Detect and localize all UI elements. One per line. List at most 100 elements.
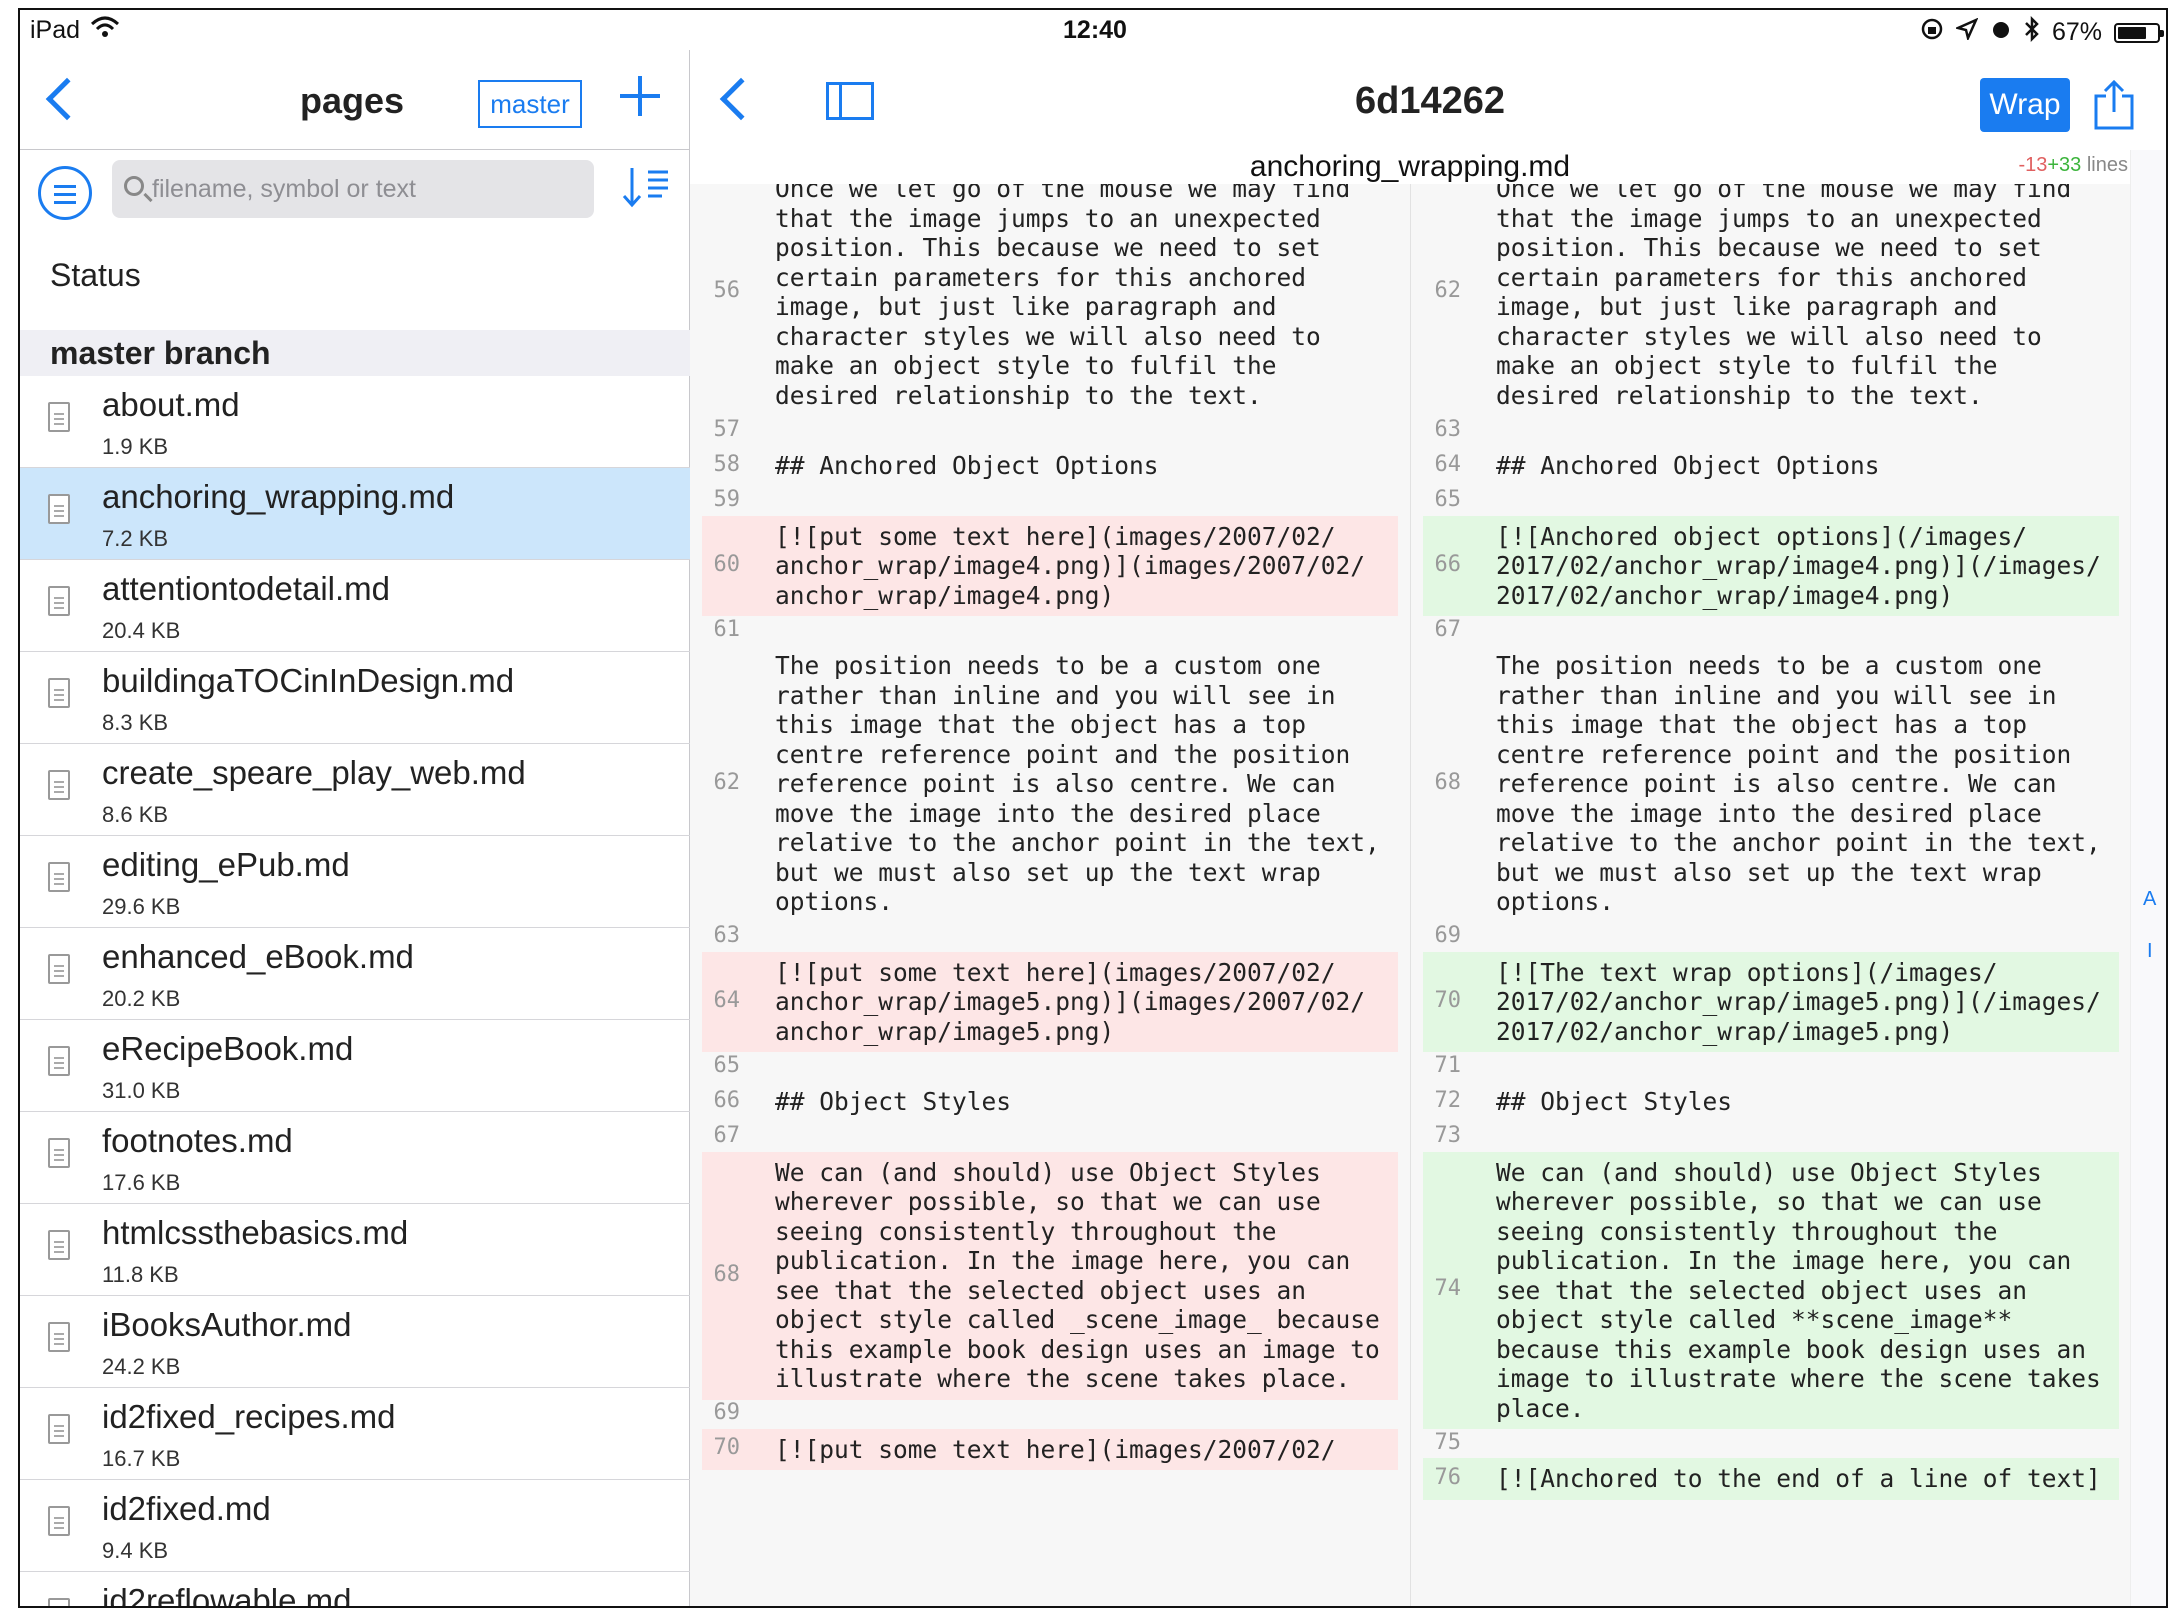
diff-line-text: [![Anchored object options](/images/ (1496, 521, 2028, 551)
file-name: create_speare_play_web.md (102, 754, 526, 791)
sidebar-nav-bar: pages master (20, 50, 690, 150)
file-size: 17.6 KB (102, 1170, 181, 1195)
line-number: 58 (713, 451, 741, 477)
file-size: 1.9 KB (102, 434, 169, 459)
file-item[interactable]: create_speare_play_web.md 8.6 KB (20, 744, 690, 836)
side-by-side-diff[interactable]: 56 Once we let go of the mouse we may fin… (690, 184, 2130, 1606)
line-number: 73 (1434, 1123, 1462, 1148)
diff-removed-block: 70 [![put some text here](images/2007/02/ (690, 1428, 1410, 1470)
document-icon (48, 1046, 70, 1076)
sort-icon[interactable] (620, 164, 672, 212)
ipad-screen: iPad 12:40 67% pages master filename, sy… (18, 8, 2168, 1608)
bluetooth-icon (2024, 15, 2040, 49)
diff-line-text: see that the selected object uses an (1496, 1275, 2028, 1305)
file-item[interactable]: htmlcssthebasics.md 11.8 KB (20, 1204, 690, 1296)
share-icon[interactable] (2092, 79, 2136, 130)
diff-block-background (702, 616, 1398, 645)
line-number: 62 (713, 769, 741, 795)
diff-line-text: rather than inline and you will see in (1496, 680, 2057, 710)
diff-context-block: 69 (690, 1400, 1410, 1429)
diff-line-text: make an object style to fulfil the (775, 351, 1277, 380)
file-sidebar: pages master Status master branch ab (20, 50, 690, 1606)
branch-button[interactable]: master (478, 80, 582, 128)
file-list: about.md 1.9 KB anchoring_wrapping.md 7.… (20, 376, 690, 1606)
file-item[interactable]: eRecipeBook.md 31.0 KB (20, 1020, 690, 1112)
diff-context-block: 68 The position needs to be a custom one r… (1411, 645, 2130, 923)
diff-line-text: The position needs to be a custom one (1496, 651, 2042, 680)
line-number: 70 (713, 1435, 741, 1461)
diff-line-text: make an object style to fulfil the (1496, 351, 1998, 380)
back-chevron-icon[interactable] (45, 77, 89, 121)
diff-context-block: 75 (1411, 1429, 2130, 1458)
location-icon (1954, 17, 1979, 47)
file-item[interactable]: footnotes.md 17.6 KB (20, 1112, 690, 1204)
diff-line-text: anchor_wrap/image4.png)](images/2007/02/ (775, 551, 1366, 580)
diff-line-text: publication. In the image here, you can (775, 1246, 1351, 1275)
line-number: 71 (1434, 1052, 1462, 1078)
search-box[interactable] (112, 160, 594, 218)
file-item[interactable]: id2reflowable.md (20, 1572, 690, 1606)
file-size: 20.4 KB (102, 618, 181, 643)
file-item[interactable]: attentiontodetail.md 20.4 KB (20, 560, 690, 652)
diff-line-text: We can (and should) use Object Styles (1496, 1157, 2042, 1187)
diff-line-text: certain parameters for this anchored (775, 262, 1307, 292)
document-icon (48, 1414, 70, 1444)
search-input[interactable] (152, 160, 582, 218)
wrap-toggle-button[interactable]: Wrap (1980, 78, 2070, 132)
diff-nav-bar: 6d14262 Wrap (690, 50, 2166, 150)
rotation-lock-icon (1920, 17, 1944, 48)
file-item-selected[interactable]: anchoring_wrapping.md 7.2 KB (20, 468, 690, 560)
diff-context-block: 65 (1411, 487, 2130, 516)
diff-block-background (1423, 416, 2119, 445)
file-item[interactable]: about.md 1.9 KB (20, 376, 690, 468)
repo-title: pages (300, 80, 405, 121)
diff-line-text: character styles we will also need to (775, 321, 1321, 351)
diff-line-text: this image that the object has a top (775, 710, 1307, 739)
diff-block-background (702, 487, 1398, 516)
diff-line-text: move the image into the desired place (1496, 798, 2042, 828)
file-size: 8.3 KB (102, 710, 169, 735)
line-number: 60 (713, 551, 741, 577)
diff-overview-gutter[interactable]: A I (2130, 150, 2166, 1606)
diff-line-text: but we must also set up the text wrap (775, 857, 1321, 887)
diff-line-text: object style called **scene_image** (1496, 1305, 2013, 1334)
line-number: 74 (1434, 1276, 1462, 1302)
diff-context-block: 67 (1411, 616, 2130, 645)
line-number: 63 (713, 923, 741, 948)
diff-line-text: 2017/02/anchor_wrap/image5.png)](/images… (1496, 987, 2101, 1016)
file-item[interactable]: id2fixed_recipes.md 16.7 KB (20, 1388, 690, 1480)
document-icon (48, 954, 70, 984)
file-item[interactable]: buildingaTOCinInDesign.md 8.3 KB (20, 652, 690, 744)
gutter-marker-i: I (2147, 940, 2153, 962)
file-size: 11.8 KB (102, 1262, 179, 1287)
file-item[interactable]: iBooksAuthor.md 24.2 KB (20, 1296, 690, 1388)
diff-line-text: rather than inline and you will see in (775, 680, 1336, 710)
diff-context-block: 61 (690, 616, 1410, 645)
menu-list-icon[interactable] (38, 166, 92, 220)
diff-removed-block: 60 [![put some text here](images/2007/02/… (690, 515, 1410, 616)
diff-context-block: 58 ## Anchored Object Options (690, 445, 1410, 487)
line-number: 68 (1434, 769, 1462, 795)
diff-line-text: image, but just like paragraph and (1496, 292, 1998, 321)
diff-line-text: image to illustrate where the scene take… (1496, 1364, 2101, 1393)
add-file-icon[interactable] (620, 72, 668, 120)
file-name: footnotes.md (102, 1122, 293, 1159)
diff-added-block: 74 We can (and should) use Object Styles w… (1411, 1151, 2130, 1429)
diff-line-text: but we must also set up the text wrap (1496, 857, 2042, 887)
file-item[interactable]: editing_ePub.md 29.6 KB (20, 836, 690, 928)
document-icon (48, 494, 70, 524)
diff-removed-block: 64 [![put some text here](images/2007/02/… (690, 951, 1410, 1052)
diff-line-text: options. (775, 887, 894, 916)
file-item[interactable]: id2fixed.md 9.4 KB (20, 1480, 690, 1572)
search-row (20, 150, 690, 240)
diff-line-text: [![Anchored to the end of a line of text… (1496, 1464, 2101, 1493)
diff-line-text: ## Anchored Object Options (775, 451, 1159, 480)
diff-line-text: this example book design uses an image t… (775, 1334, 1380, 1364)
added-count: +33 (2047, 154, 2082, 176)
status-bar: iPad 12:40 67% (20, 10, 2166, 50)
line-number: 72 (1434, 1087, 1462, 1113)
diff-block-background (702, 1123, 1398, 1152)
line-number: 65 (1434, 487, 1462, 512)
file-item[interactable]: enhanced_eBook.md 20.2 KB (20, 928, 690, 1020)
status-row[interactable]: Status (20, 240, 690, 310)
